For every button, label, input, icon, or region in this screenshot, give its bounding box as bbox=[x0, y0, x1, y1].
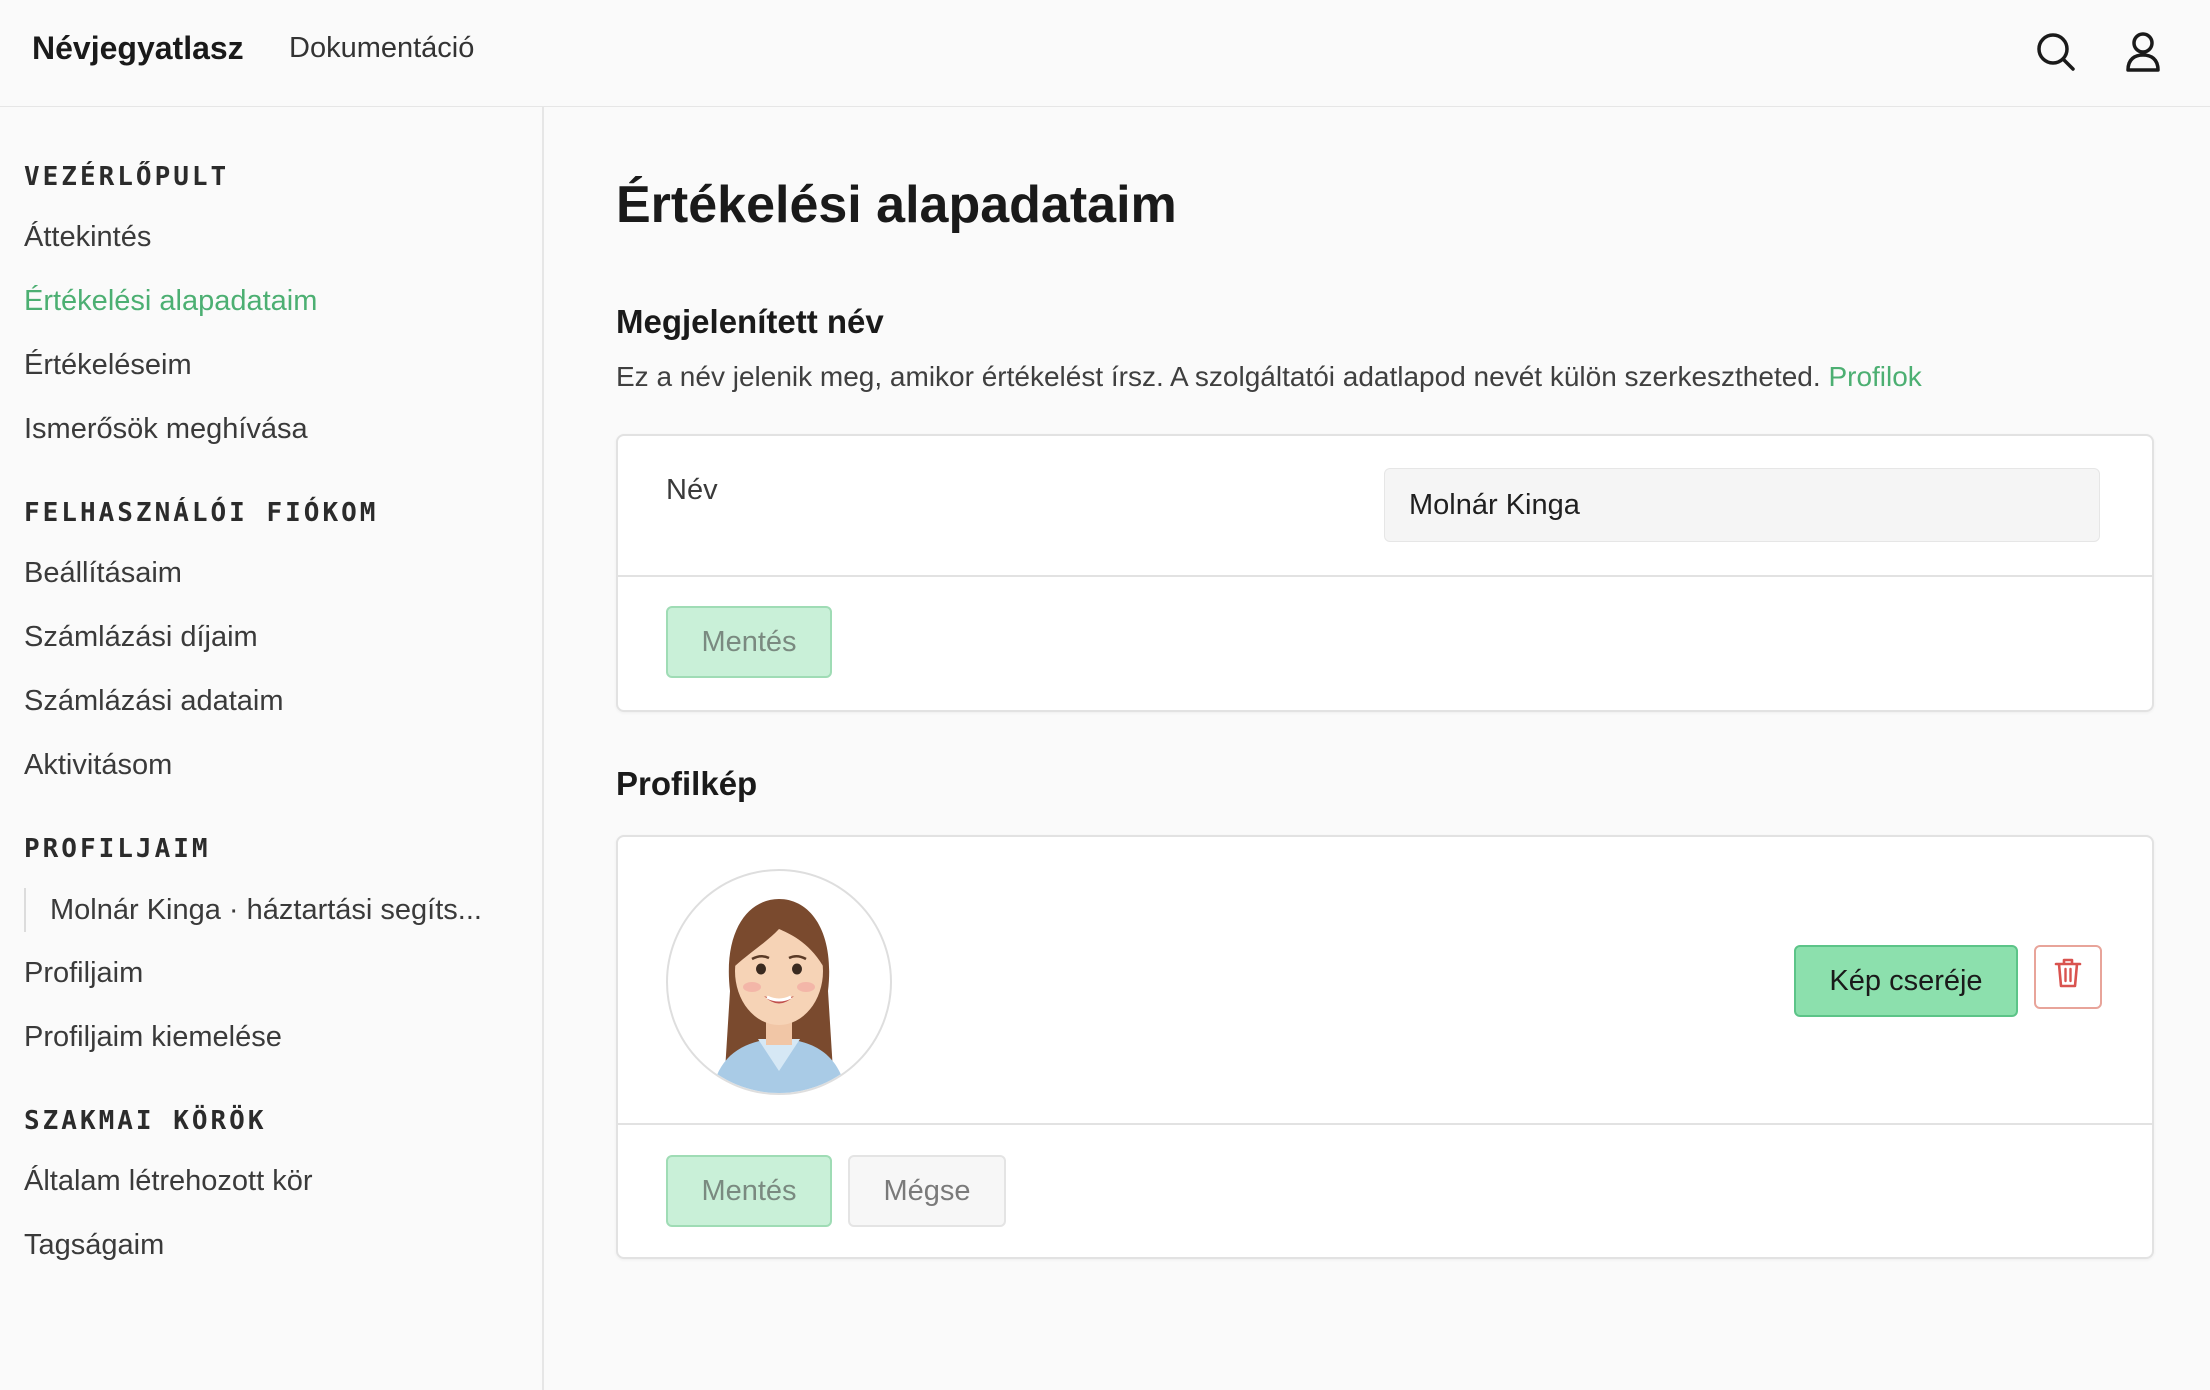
sidebar-section-profiles: PROFILJAIM bbox=[24, 834, 211, 864]
sidebar-item-billing-details[interactable]: Számlázási adataim bbox=[24, 685, 284, 718]
card-divider bbox=[618, 575, 2152, 577]
card-divider bbox=[618, 1123, 2152, 1125]
trash-icon bbox=[2053, 957, 2083, 997]
display-name-description: Ez a név jelenik meg, amikor értékelést … bbox=[616, 361, 1922, 393]
display-name-card: Név Mentés bbox=[616, 434, 2154, 712]
sidebar-item-settings[interactable]: Beállításaim bbox=[24, 557, 182, 590]
sidebar-item-profiles[interactable]: Profiljaim bbox=[24, 957, 143, 990]
sidebar-item-memberships[interactable]: Tagságaim bbox=[24, 1229, 164, 1262]
name-input[interactable] bbox=[1384, 468, 2100, 542]
user-icon[interactable] bbox=[2119, 28, 2167, 76]
delete-picture-button[interactable] bbox=[2034, 945, 2102, 1009]
sidebar-item-overview[interactable]: Áttekintés bbox=[24, 221, 151, 254]
sidebar-item-billing-fees[interactable]: Számlázási díjaim bbox=[24, 621, 258, 654]
sidebar-item-my-ratings[interactable]: Értékeléseim bbox=[24, 349, 192, 382]
sidebar-item-rating-basics[interactable]: Értékelési alapadataim bbox=[24, 285, 317, 318]
avatar bbox=[666, 869, 892, 1095]
search-icon[interactable] bbox=[2032, 28, 2080, 76]
save-picture-button[interactable]: Mentés bbox=[666, 1155, 832, 1227]
sidebar-subitem-profile[interactable]: Molnár Kinga · háztartási segíts... bbox=[24, 888, 482, 932]
profiles-link[interactable]: Profilok bbox=[1828, 361, 1921, 392]
sidebar: VEZÉRLŐPULT Áttekintés Értékelési alapad… bbox=[0, 107, 544, 1390]
sidebar-item-invite-friends[interactable]: Ismerősök meghívása bbox=[24, 413, 308, 446]
display-name-title: Megjelenített név bbox=[616, 303, 884, 340]
page-title: Értékelési alapadataim bbox=[616, 176, 1177, 234]
save-name-button[interactable]: Mentés bbox=[666, 606, 832, 678]
main-content: Értékelési alapadataim Megjelenített név… bbox=[544, 107, 2210, 1390]
brand-logo[interactable]: Névjegyatlasz bbox=[32, 30, 244, 67]
sidebar-section-dashboard: VEZÉRLŐPULT bbox=[24, 162, 230, 192]
sidebar-item-profile-highlight[interactable]: Profiljaim kiemelése bbox=[24, 1021, 282, 1054]
name-label: Név bbox=[666, 474, 718, 506]
docs-link[interactable]: Dokumentáció bbox=[289, 32, 474, 65]
change-picture-button[interactable]: Kép cseréje bbox=[1794, 945, 2018, 1017]
top-navbar: Névjegyatlasz Dokumentáció bbox=[0, 0, 2210, 107]
profile-picture-title: Profilkép bbox=[616, 765, 758, 802]
description-text: Ez a név jelenik meg, amikor értékelést … bbox=[616, 361, 1821, 392]
sidebar-item-created-circle[interactable]: Általam létrehozott kör bbox=[24, 1165, 313, 1198]
sidebar-item-activity[interactable]: Aktivitásom bbox=[24, 749, 172, 782]
profile-picture-card: Kép cseréje Mentés Mégse bbox=[616, 835, 2154, 1259]
sidebar-section-professional-circles: SZAKMAI KÖRÖK bbox=[24, 1106, 267, 1136]
sidebar-section-account: FELHASZNÁLÓI FIÓKOM bbox=[24, 498, 379, 528]
cancel-button[interactable]: Mégse bbox=[848, 1155, 1006, 1227]
